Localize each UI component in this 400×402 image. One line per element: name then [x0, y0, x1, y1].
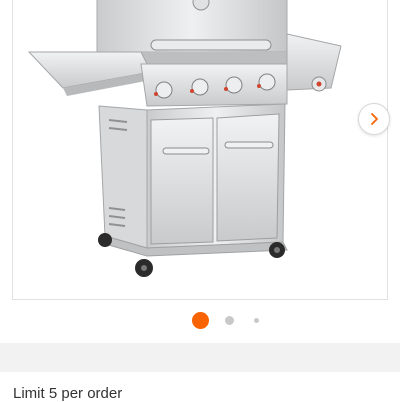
pagination-dot[interactable] [254, 318, 259, 323]
section-divider [0, 343, 400, 372]
product-image-gallery [12, 0, 390, 300]
order-limit-text: Limit 5 per order [13, 385, 123, 402]
product-image-grill[interactable] [13, 0, 389, 300]
chevron-right-icon [371, 113, 378, 125]
pagination-dot-active[interactable] [192, 312, 209, 329]
pagination-dot[interactable] [225, 316, 234, 325]
gallery-pagination [0, 312, 400, 329]
next-image-button[interactable] [358, 103, 390, 135]
